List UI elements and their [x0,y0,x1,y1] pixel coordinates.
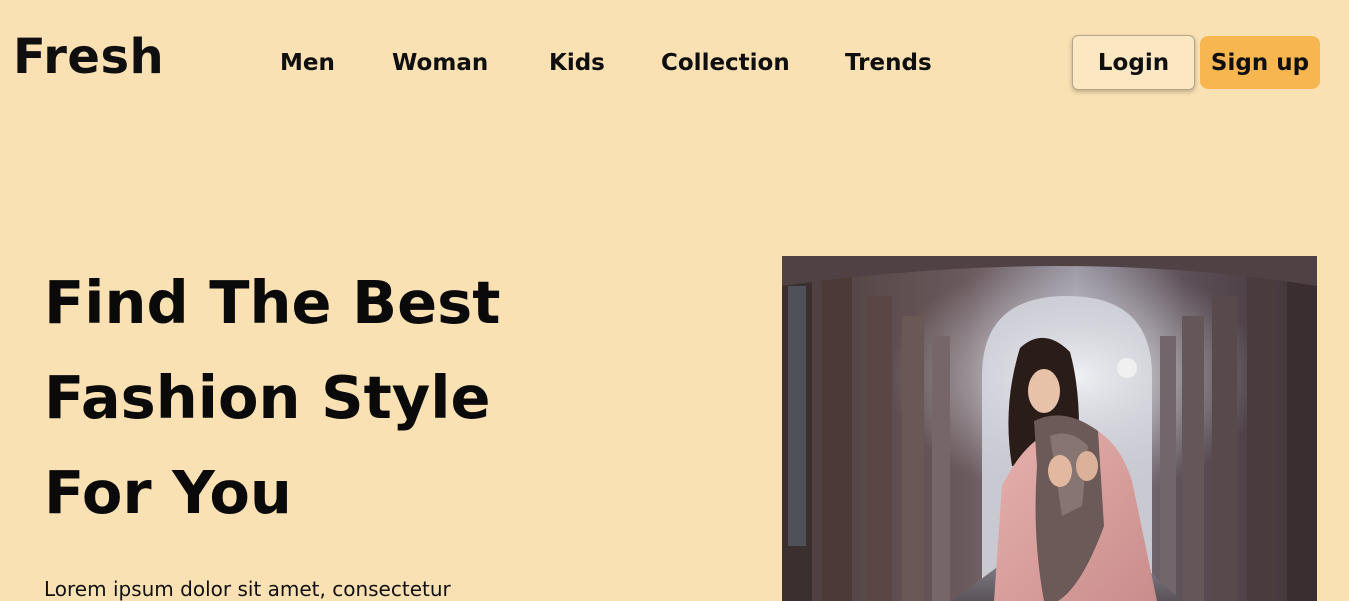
hero-title-line-3: For You [44,458,292,527]
hero-title: Find The Best Fashion Style For You [44,255,644,540]
landing-page: Fresh Men Woman Kids Collection Trends L… [0,0,1349,601]
hero-image [782,256,1317,601]
nav-link-collection[interactable]: Collection [661,46,790,80]
nav-link-kids[interactable]: Kids [549,46,605,80]
hero-title-line-1: Find The Best [44,268,501,337]
brand-logo[interactable]: Fresh [13,33,164,81]
hero-description: Lorem ipsum dolor sit amet, consectetur [44,577,451,601]
signup-button[interactable]: Sign up [1200,36,1320,89]
nav-link-woman[interactable]: Woman [392,46,488,80]
hero-title-line-2: Fashion Style [44,363,491,432]
login-button[interactable]: Login [1072,35,1195,90]
nav-link-men[interactable]: Men [280,46,335,80]
nav-link-trends[interactable]: Trends [845,46,932,80]
